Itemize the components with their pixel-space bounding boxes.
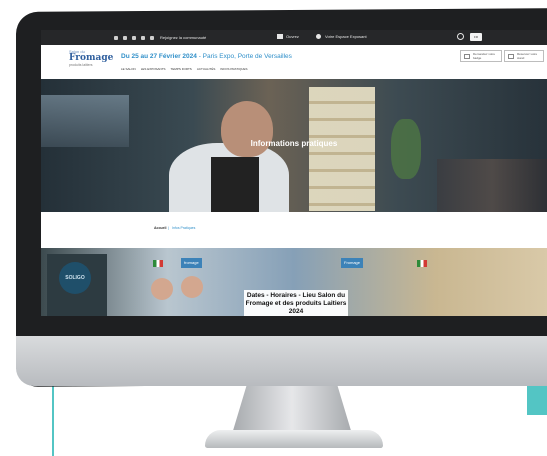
badge-button[interactable]: Demandez votre badge [460, 50, 502, 62]
nav-item-actualites[interactable]: ACTUALITÉS [197, 67, 216, 71]
info-card-title[interactable]: Dates - Horaires - Lieu Salon du Fromage… [244, 290, 348, 316]
decorative-line [52, 380, 54, 456]
hero-crowd [437, 159, 547, 212]
nav-item-infos-pratiques[interactable]: INFOS PRATIQUES [220, 67, 247, 71]
linkedin-icon[interactable] [150, 35, 154, 40]
instagram-icon[interactable] [132, 35, 136, 40]
nav-item-exposants[interactable]: LES EXPOSANTS [141, 67, 166, 71]
visitor-head [151, 278, 173, 300]
nav-item-salon[interactable]: LE SALON [121, 67, 136, 71]
breadcrumb-home[interactable]: Accueil [154, 226, 166, 230]
ticket-link[interactable]: Ouvrez [277, 34, 299, 39]
browser-screen: Rejoignez la communauté Ouvrez Votre Esp… [41, 30, 547, 316]
italy-flag-icon-2 [417, 260, 427, 267]
youtube-icon[interactable] [141, 35, 145, 40]
monitor-stand [232, 386, 352, 434]
social-links [114, 35, 154, 40]
site-logo[interactable]: Salon du Fromage produits laitiers [69, 49, 114, 73]
badge-icon [464, 54, 470, 59]
logo-line3: produits laitiers [69, 63, 93, 67]
breadcrumb-current: Infos Pratiques [172, 226, 196, 230]
visitor-head-2 [181, 276, 203, 298]
search-icon[interactable] [457, 33, 464, 40]
language-selector[interactable]: FR [470, 33, 482, 41]
hero-chef-head [221, 101, 273, 157]
monitor-stand-base [205, 430, 383, 448]
join-community-link[interactable]: Rejoignez la communauté [160, 35, 206, 40]
twitter-icon[interactable] [123, 35, 127, 40]
fromage-sign: fromage [181, 258, 202, 268]
monitor-chin [16, 336, 547, 386]
hero-cheese-display [309, 87, 375, 211]
top-bar: Rejoignez la communauté Ouvrez Votre Esp… [41, 30, 547, 45]
breadcrumb-separator: | [168, 226, 169, 230]
lower-image-section: SOLIGO fromage Fromage Dates - Horaires … [41, 248, 547, 316]
nav-item-temps-forts[interactable]: TEMPS FORTS [171, 67, 192, 71]
exhibitor-space-label: Votre Espace Exposant [325, 34, 367, 39]
stand-icon [508, 54, 514, 59]
user-icon [316, 34, 321, 39]
hero-banner: Informations pratiques [41, 79, 547, 212]
hero-plant [391, 119, 421, 179]
ticket-label: Ouvrez [286, 34, 299, 39]
breadcrumb: Accueil | Infos Pratiques [41, 212, 547, 248]
logo-name: Fromage [69, 53, 114, 63]
event-dates-bold: Du 25 au 27 Février 2024 [121, 53, 197, 60]
italy-flag-icon [153, 260, 163, 267]
stand-button-label: Réservez votre stand [517, 52, 538, 60]
stand-button[interactable]: Réservez votre stand [504, 50, 544, 62]
exhibitor-space-link[interactable]: Votre Espace Exposant [316, 34, 367, 39]
event-location: - Paris Expo, Porte de Versailles [196, 53, 292, 60]
main-nav: LE SALON LES EXPOSANTS TEMPS FORTS ACTUA… [121, 67, 247, 71]
hero-chef-apron [211, 157, 259, 212]
facebook-icon[interactable] [114, 35, 118, 40]
hero-title: Informations pratiques [250, 139, 338, 148]
soligo-badge: SOLIGO [59, 262, 91, 294]
event-dates: Du 25 au 27 Février 2024 - Paris Expo, P… [121, 53, 292, 60]
badge-button-label: Demandez votre badge [473, 52, 496, 60]
site-header: Salon du Fromage produits laitiers Du 25… [41, 45, 547, 79]
ticket-icon [277, 34, 283, 39]
fromage-sign-2: Fromage [341, 258, 364, 268]
